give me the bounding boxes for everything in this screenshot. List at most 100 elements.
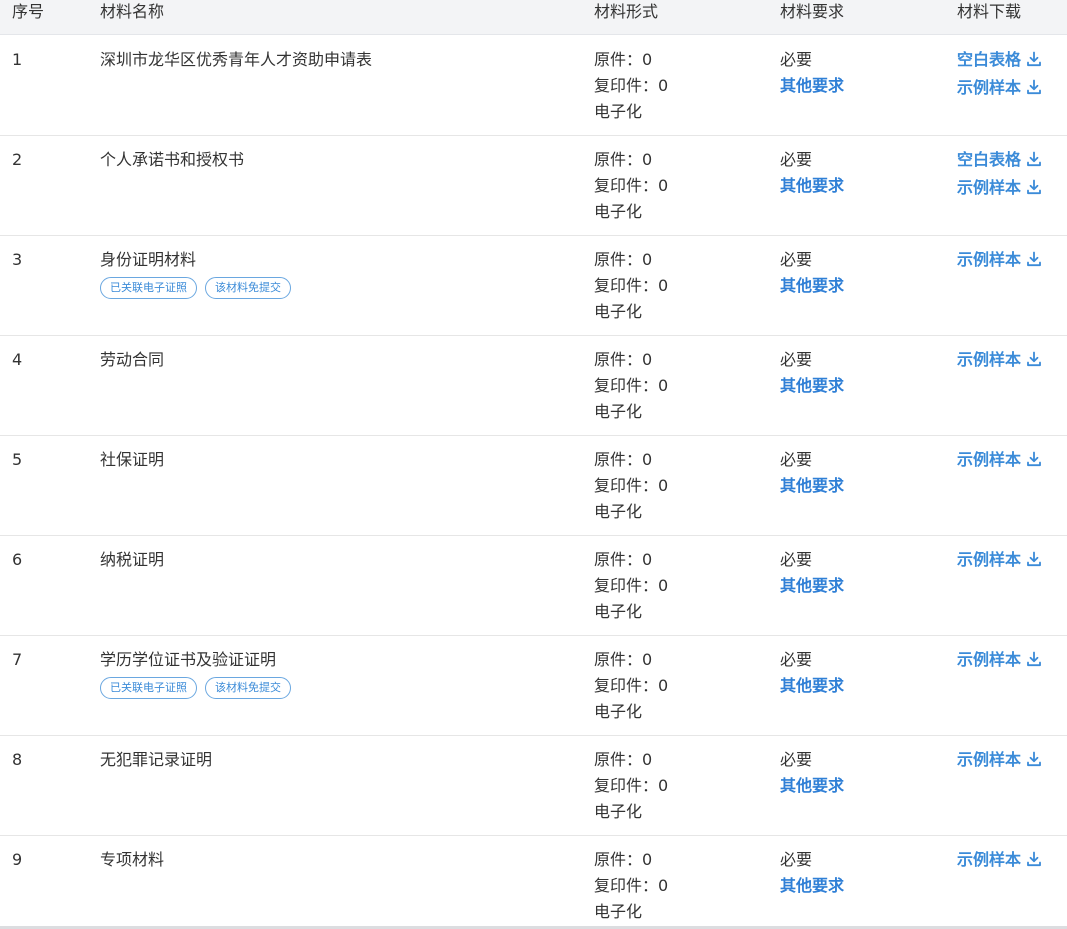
material-downloads: 空白表格 示例样本 [957, 47, 1042, 103]
material-tags: 已关联电子证照 该材料免提交 [100, 276, 299, 299]
header-name: 材料名称 [100, 2, 165, 21]
download-link-label: 示例样本 [957, 450, 1022, 469]
download-icon [1026, 649, 1042, 675]
download-link-label: 示例样本 [957, 250, 1022, 269]
download-icon [1026, 249, 1042, 275]
material-form: 原件：0 复印件：0 电子化 [594, 747, 668, 825]
required-label: 必要 [780, 250, 813, 269]
material-name: 学历学位证书及验证证明 [100, 650, 277, 669]
form-line: 电子化 [594, 302, 643, 321]
material-requirement: 必要 其他要求 [780, 447, 844, 499]
other-requirements-link[interactable]: 其他要求 [780, 673, 844, 699]
table-row: 7 学历学位证书及验证证明 已关联电子证照 该材料免提交 原件：0 复印件：0 电子化 必要其… [0, 636, 1067, 736]
download-icon [1026, 77, 1042, 103]
material-name: 社保证明 [100, 450, 165, 469]
sample-download-link[interactable]: 示例样本 [957, 547, 1042, 575]
other-requirements-link[interactable]: 其他要求 [780, 473, 844, 499]
sample-download-link[interactable]: 示例样本 [957, 747, 1042, 775]
sample-download-link[interactable]: 示例样本 [957, 175, 1042, 203]
table-row: 4 劳动合同 原件：0 复印件：0 电子化 必要 其他要求 示例样本 [0, 336, 1067, 436]
download-link-label: 示例样本 [957, 78, 1022, 97]
download-icon [1026, 549, 1042, 575]
material-name: 个人承诺书和授权书 [100, 150, 245, 169]
form-line: 复印件：0 [594, 476, 669, 495]
table-row: 9 专项材料 原件：0 复印件：0 电子化 必要 其他要求 示例样本 [0, 836, 1067, 929]
material-form: 原件：0 复印件：0 电子化 [594, 47, 668, 125]
header-requirement: 材料要求 [780, 2, 845, 21]
download-link-label: 示例样本 [957, 750, 1022, 769]
row-index: 4 [12, 350, 23, 369]
form-line: 原件：0 [594, 50, 653, 69]
form-line: 电子化 [594, 502, 643, 521]
sample-download-link[interactable]: 示例样本 [957, 347, 1042, 375]
form-line: 原件：0 [594, 650, 653, 669]
download-icon [1026, 849, 1042, 875]
material-downloads: 示例样本 [957, 247, 1042, 275]
material-requirement: 必要 其他要求 [780, 647, 844, 699]
material-downloads: 示例样本 [957, 847, 1042, 875]
other-requirements-link[interactable]: 其他要求 [780, 573, 844, 599]
other-requirements-link[interactable]: 其他要求 [780, 773, 844, 799]
material-name: 专项材料 [100, 850, 165, 869]
form-line: 复印件：0 [594, 176, 669, 195]
form-line: 电子化 [594, 602, 643, 621]
material-tag: 该材料免提交 [205, 677, 291, 699]
header-form: 材料形式 [594, 2, 659, 21]
material-downloads: 示例样本 [957, 447, 1042, 475]
row-index: 8 [12, 750, 23, 769]
table-row: 1 深圳市龙华区优秀青年人才资助申请表 原件：0 复印件：0 电子化 必要其他要求 空白表格… [0, 36, 1067, 136]
required-label: 必要 [780, 350, 813, 369]
sample-download-link[interactable]: 示例样本 [957, 647, 1042, 675]
material-form: 原件：0 复印件：0 电子化 [594, 447, 668, 525]
download-link-label: 示例样本 [957, 178, 1022, 197]
material-downloads: 空白表格 示例样本 [957, 147, 1042, 203]
download-link-label: 示例样本 [957, 350, 1022, 369]
required-label: 必要 [780, 750, 813, 769]
material-requirement: 必要 其他要求 [780, 847, 844, 899]
row-index: 7 [12, 650, 23, 669]
material-tag: 已关联电子证照 [100, 277, 197, 299]
other-requirements-link[interactable]: 其他要求 [780, 273, 844, 299]
form-line: 复印件：0 [594, 676, 669, 695]
row-index: 5 [12, 450, 23, 469]
download-icon [1026, 49, 1042, 75]
required-label: 必要 [780, 850, 813, 869]
form-line: 复印件：0 [594, 876, 669, 895]
download-icon [1026, 449, 1042, 475]
download-icon [1026, 749, 1042, 775]
sample-download-link[interactable]: 示例样本 [957, 447, 1042, 475]
table-row: 6 纳税证明 原件：0 复印件：0 电子化 必要 其他要求 示例样本 [0, 536, 1067, 636]
row-index: 1 [12, 50, 23, 69]
download-link-label: 空白表格 [957, 150, 1022, 169]
table-row: 8 无犯罪记录证明 原件：0 复印件：0 电子化 必要其他要求 示例样本 [0, 736, 1067, 836]
material-requirement: 必要 其他要求 [780, 247, 844, 299]
material-name: 深圳市龙华区优秀青年人才资助申请表 [100, 50, 373, 69]
sample-download-link[interactable]: 示例样本 [957, 75, 1042, 103]
form-line: 原件：0 [594, 750, 653, 769]
sample-download-link[interactable]: 示例样本 [957, 247, 1042, 275]
material-downloads: 示例样本 [957, 747, 1042, 775]
blank-form-download-link[interactable]: 空白表格 [957, 47, 1042, 75]
sample-download-link[interactable]: 示例样本 [957, 847, 1042, 875]
other-requirements-link[interactable]: 其他要求 [780, 73, 844, 99]
form-line: 电子化 [594, 702, 643, 721]
material-tag: 已关联电子证照 [100, 677, 197, 699]
form-line: 原件：0 [594, 550, 653, 569]
required-label: 必要 [780, 50, 813, 69]
other-requirements-link[interactable]: 其他要求 [780, 373, 844, 399]
download-link-label: 示例样本 [957, 650, 1022, 669]
form-line: 原件：0 [594, 250, 653, 269]
other-requirements-link[interactable]: 其他要求 [780, 873, 844, 899]
other-requirements-link[interactable]: 其他要求 [780, 173, 844, 199]
form-line: 电子化 [594, 402, 643, 421]
form-line: 复印件：0 [594, 376, 669, 395]
table-row: 2 个人承诺书和授权书 原件：0 复印件：0 电子化 必要 其他要求 空白表格 示例样本 [0, 136, 1067, 236]
material-form: 原件：0 复印件：0 电子化 [594, 847, 668, 925]
form-line: 电子化 [594, 802, 643, 821]
download-link-label: 示例样本 [957, 850, 1022, 869]
material-name: 无犯罪记录证明 [100, 750, 213, 769]
material-downloads: 示例样本 [957, 347, 1042, 375]
table-row: 3 身份证明材料 已关联电子证照 该材料免提交 原件：0 复印件：0 电子化 必要 其他要求 示例… [0, 236, 1067, 336]
table-header: 序号 材料名称 材料形式 材料要求 材料下载 [0, 0, 1067, 35]
blank-form-download-link[interactable]: 空白表格 [957, 147, 1042, 175]
